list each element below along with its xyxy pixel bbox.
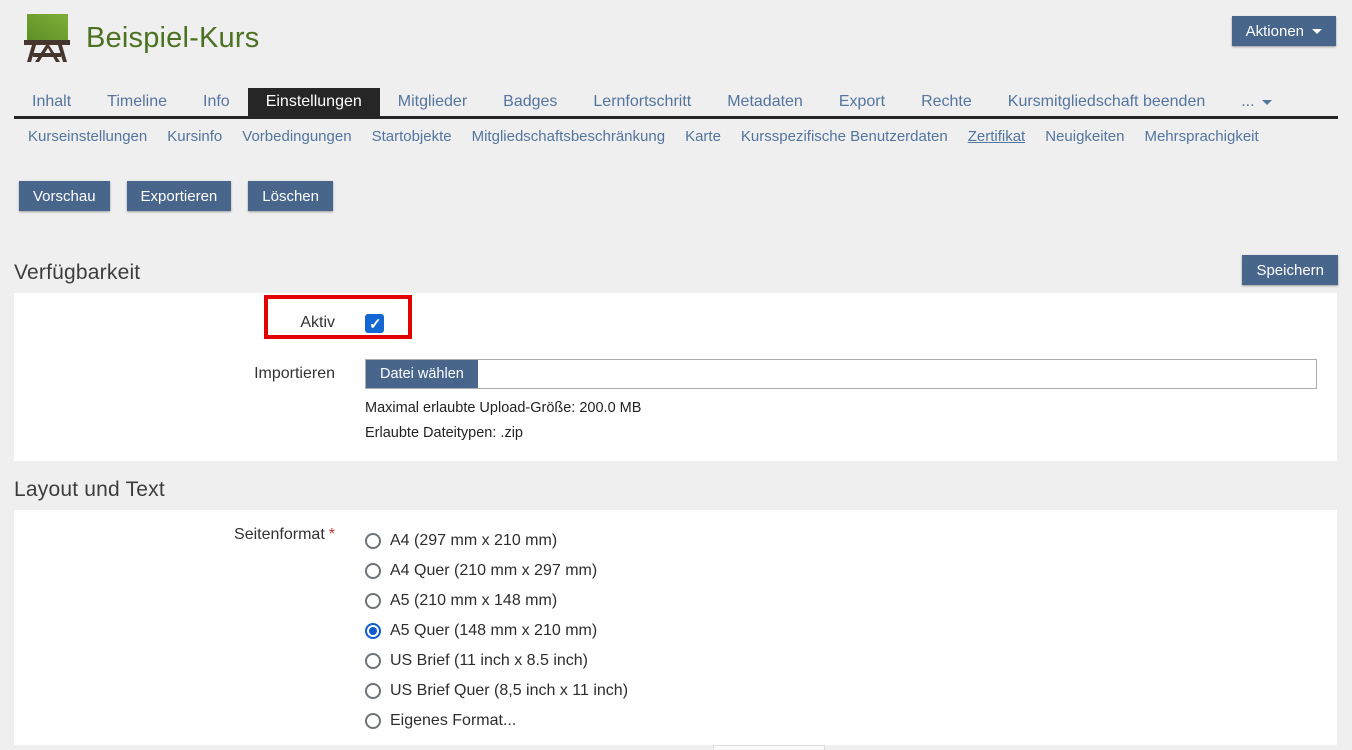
availability-section-title: Verfügbarkeit [14, 261, 140, 285]
preview-button[interactable]: Vorschau [19, 181, 110, 211]
availability-panel: Aktiv Importieren Datei wählen Maximal e… [14, 293, 1337, 461]
radio-icon[interactable] [365, 623, 381, 639]
tab-rechte[interactable]: Rechte [903, 88, 990, 116]
app-header: Beispiel-Kurs Aktionen [0, 0, 1352, 88]
tab-mitglieder[interactable]: Mitglieder [380, 88, 485, 116]
radio-icon[interactable] [365, 533, 381, 549]
tab-more-menu[interactable]: ... [1223, 88, 1289, 116]
subtab-vorbedingungen[interactable]: Vorbedingungen [232, 128, 361, 145]
cutoff-element [713, 745, 825, 750]
tab-timeline[interactable]: Timeline [89, 88, 185, 116]
subtab-kursinfo[interactable]: Kursinfo [157, 128, 232, 145]
subtab-mehrsprachigkeit[interactable]: Mehrsprachigkeit [1134, 128, 1268, 145]
course-easel-icon [22, 12, 72, 64]
layout-section-title: Layout und Text [14, 478, 165, 502]
tab-info[interactable]: Info [185, 88, 248, 116]
actions-button-label: Aktionen [1246, 23, 1304, 40]
tab-kursmitgliedschaft-beenden[interactable]: Kursmitgliedschaft beenden [990, 88, 1223, 116]
page-format-label: Seitenformat* [14, 526, 335, 544]
layout-panel: Seitenformat* A4 (297 mm x 210 mm) A4 Qu… [14, 510, 1337, 745]
layout-section-header: Layout und Text [14, 478, 1338, 502]
subtab-neuigkeiten[interactable]: Neuigkeiten [1035, 128, 1134, 145]
subtab-kursspezifische-benutzerdaten[interactable]: Kursspezifische Benutzerdaten [731, 128, 958, 145]
required-marker: * [329, 526, 335, 543]
radio-option-eigenes-format[interactable]: Eigenes Format... [365, 706, 825, 736]
subtab-kurseinstellungen[interactable]: Kurseinstellungen [18, 128, 157, 145]
tab-einstellungen[interactable]: Einstellungen [248, 88, 380, 116]
max-upload-size-text: Maximal erlaubte Upload-Größe: 200.0 MB [365, 396, 1337, 421]
radio-option-a4-quer[interactable]: A4 Quer (210 mm x 297 mm) [365, 556, 825, 586]
export-button[interactable]: Exportieren [127, 181, 232, 211]
radio-option-a5[interactable]: A5 (210 mm x 148 mm) [365, 586, 825, 616]
tab-export[interactable]: Export [821, 88, 903, 116]
import-label: Importieren [14, 365, 335, 383]
chevron-down-icon [1312, 29, 1322, 34]
tab-inhalt[interactable]: Inhalt [14, 88, 89, 116]
chevron-down-icon [1262, 100, 1272, 105]
radio-option-us-brief[interactable]: US Brief (11 inch x 8.5 inch) [365, 646, 825, 676]
subtab-karte[interactable]: Karte [675, 128, 731, 145]
tab-lernfortschritt[interactable]: Lernfortschritt [575, 88, 709, 116]
page-title: Beispiel-Kurs [86, 22, 259, 55]
subtab-startobjekte[interactable]: Startobjekte [362, 128, 462, 145]
file-upload-input[interactable]: Datei wählen [365, 359, 1317, 389]
availability-section-header: Verfügbarkeit Speichern [14, 255, 1338, 285]
certificate-toolbar: Vorschau Exportieren Löschen [19, 181, 1338, 211]
radio-icon[interactable] [365, 563, 381, 579]
tab-metadaten[interactable]: Metadaten [709, 88, 821, 116]
subtab-zertifikat[interactable]: Zertifikat [958, 128, 1036, 145]
radio-icon[interactable] [365, 683, 381, 699]
radio-icon[interactable] [365, 713, 381, 729]
radio-icon[interactable] [365, 653, 381, 669]
tab-badges[interactable]: Badges [485, 88, 575, 116]
subtab-mitgliedschaftsbeschraenkung[interactable]: Mitgliedschaftsbeschränkung [462, 128, 675, 145]
radio-option-a5-quer[interactable]: A5 Quer (148 mm x 210 mm) [365, 616, 825, 646]
actions-button[interactable]: Aktionen [1232, 16, 1336, 46]
choose-file-button[interactable]: Datei wählen [366, 360, 478, 388]
settings-subtabbar: Kurseinstellungen Kursinfo Vorbedingunge… [14, 119, 1338, 153]
save-button[interactable]: Speichern [1242, 255, 1338, 285]
active-checkbox[interactable] [365, 314, 384, 333]
delete-button[interactable]: Löschen [248, 181, 333, 211]
page-format-radio-group: A4 (297 mm x 210 mm) A4 Quer (210 mm x 2… [365, 526, 825, 736]
allowed-filetypes-text: Erlaubte Dateitypen: .zip [365, 421, 1337, 446]
main-tabbar: Inhalt Timeline Info Einstellungen Mitgl… [14, 88, 1338, 119]
active-label: Aktiv [14, 314, 335, 332]
radio-option-a4[interactable]: A4 (297 mm x 210 mm) [365, 526, 825, 556]
radio-icon[interactable] [365, 593, 381, 609]
radio-option-us-brief-quer[interactable]: US Brief Quer (8,5 inch x 11 inch) [365, 676, 825, 706]
